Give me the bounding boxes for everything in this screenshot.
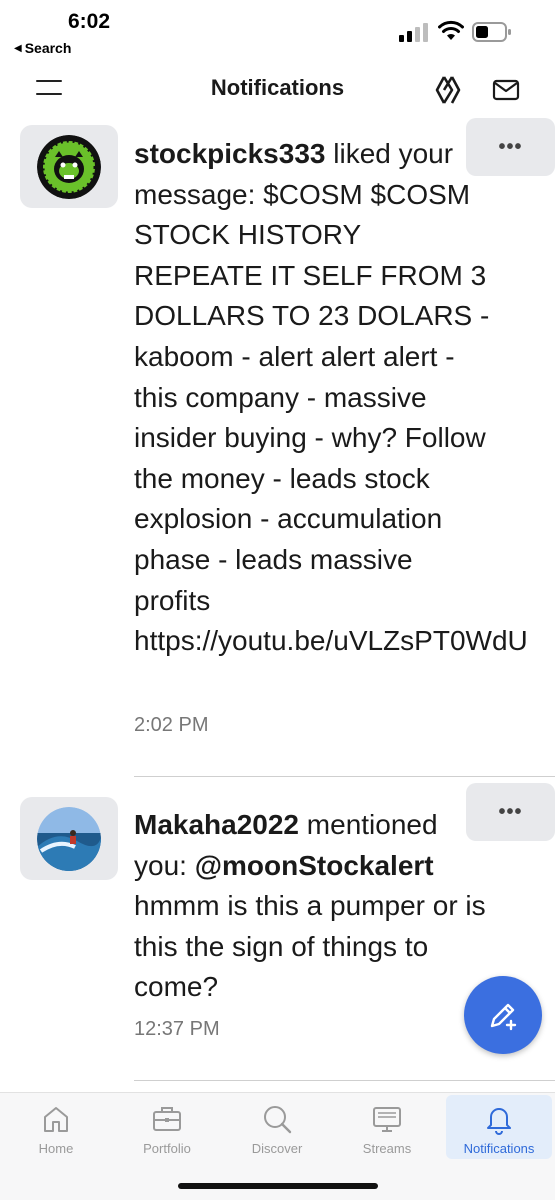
back-arrow-icon: ◀ <box>14 42 22 54</box>
tab-portfolio[interactable]: Portfolio <box>125 1095 209 1159</box>
battery-icon <box>472 22 511 42</box>
avatar[interactable] <box>20 797 118 880</box>
status-time: 6:02 <box>68 10 111 33</box>
tab-home[interactable]: Home <box>18 1095 94 1159</box>
divider <box>134 776 555 777</box>
tab-streams[interactable]: Streams <box>345 1095 429 1159</box>
tab-label: Notifications <box>463 1141 535 1156</box>
back-to-search-link[interactable]: ◀ Search <box>14 40 71 56</box>
wifi-icon <box>438 20 464 40</box>
home-icon <box>39 1103 73 1135</box>
stocktwits-logo-icon[interactable] <box>434 74 462 106</box>
tab-label: Home <box>38 1141 74 1156</box>
notification-username[interactable]: Makaha2022 <box>134 809 299 840</box>
notification-username[interactable]: stockpicks333 <box>134 138 325 169</box>
back-label: Search <box>24 40 72 56</box>
notification-text: Makaha2022 mentioned you: @moonStockaler… <box>134 805 494 1008</box>
tab-label: Discover <box>251 1141 303 1156</box>
search-icon <box>260 1103 294 1135</box>
status-bar: 6:02 ◀ Search <box>0 0 555 62</box>
tab-label: Portfolio <box>143 1141 191 1156</box>
tab-discover[interactable]: Discover <box>234 1095 320 1159</box>
notification-mention[interactable]: @moonStockalert <box>195 850 434 881</box>
tab-label: Streams <box>362 1141 412 1156</box>
avatar[interactable] <box>20 125 118 208</box>
briefcase-icon <box>150 1103 184 1135</box>
notification-time: 2:02 PM <box>134 714 209 736</box>
divider <box>134 1080 555 1081</box>
app-header: Notifications <box>0 62 555 118</box>
notification-time: 12:37 PM <box>134 1018 220 1040</box>
tab-notifications[interactable]: Notifications <box>446 1095 552 1159</box>
mail-icon[interactable] <box>492 78 520 102</box>
compose-pencil-icon <box>490 1003 517 1031</box>
surfer-avatar-icon <box>37 806 101 871</box>
notification-text: stockpicks333 liked your message: $COSM … <box>134 134 528 662</box>
monitor-icon <box>370 1103 404 1135</box>
notification-message: liked your message: $COSM $COSM STOCK HI… <box>134 138 528 657</box>
home-indicator <box>178 1183 378 1189</box>
bulldog-avatar-icon <box>37 134 101 199</box>
cellular-signal-icon <box>399 23 428 42</box>
compose-button[interactable] <box>464 976 542 1054</box>
page-title: Notifications <box>210 75 345 100</box>
notification-message: hmmm is this a pumper or is this the sig… <box>134 890 486 1003</box>
bell-icon <box>482 1103 516 1135</box>
